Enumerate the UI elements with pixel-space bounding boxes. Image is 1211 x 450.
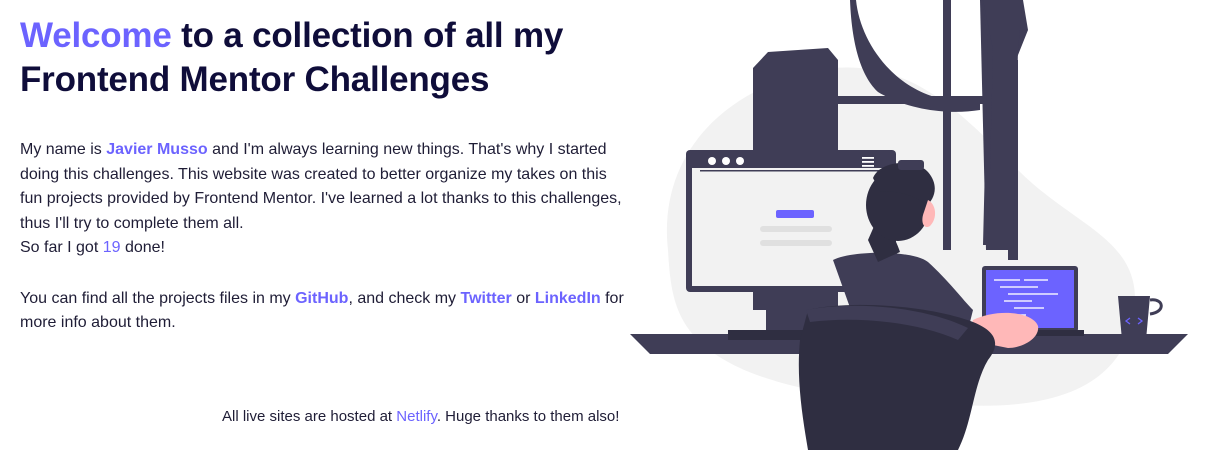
links-middle: , and check my — [348, 289, 461, 307]
links-or: or — [511, 289, 535, 307]
netlify-link[interactable]: Netlify — [396, 408, 437, 425]
count-prefix: So far I got — [20, 239, 103, 256]
linkedin-link[interactable]: LinkedIn — [535, 290, 601, 307]
intro-prefix: My name is — [20, 141, 107, 158]
mug-icon — [1118, 296, 1163, 340]
title-line2: Frontend Mentor Challenges — [20, 60, 490, 99]
author-name-link[interactable]: Javier Musso — [106, 141, 207, 158]
footer-prefix: All live sites are hosted at — [222, 408, 397, 425]
links-paragraph: You can find all the projects files in m… — [20, 287, 630, 336]
hero-text: Welcome to a collection of all my Fronten… — [20, 14, 630, 336]
page-title: Welcome to a collection of all my Fronten… — [20, 14, 630, 102]
challenge-count: 19 — [102, 239, 121, 256]
developer-at-desk-illustration — [630, 0, 1188, 450]
footer-suffix: . Huge thanks to them also! — [436, 408, 620, 425]
count-suffix: done! — [120, 239, 165, 256]
intro-paragraph: My name is Javier Musso and I'm always l… — [20, 138, 630, 261]
title-accent-word: Welcome — [20, 16, 172, 55]
title-line1-rest: to a collection of all my — [171, 16, 564, 55]
links-prefix: You can find all the projects files in m… — [20, 289, 296, 307]
github-link[interactable]: GitHub — [295, 290, 348, 307]
footer-note: All live sites are hosted at Netlify. Hu… — [222, 408, 619, 425]
twitter-link[interactable]: Twitter — [460, 290, 511, 307]
